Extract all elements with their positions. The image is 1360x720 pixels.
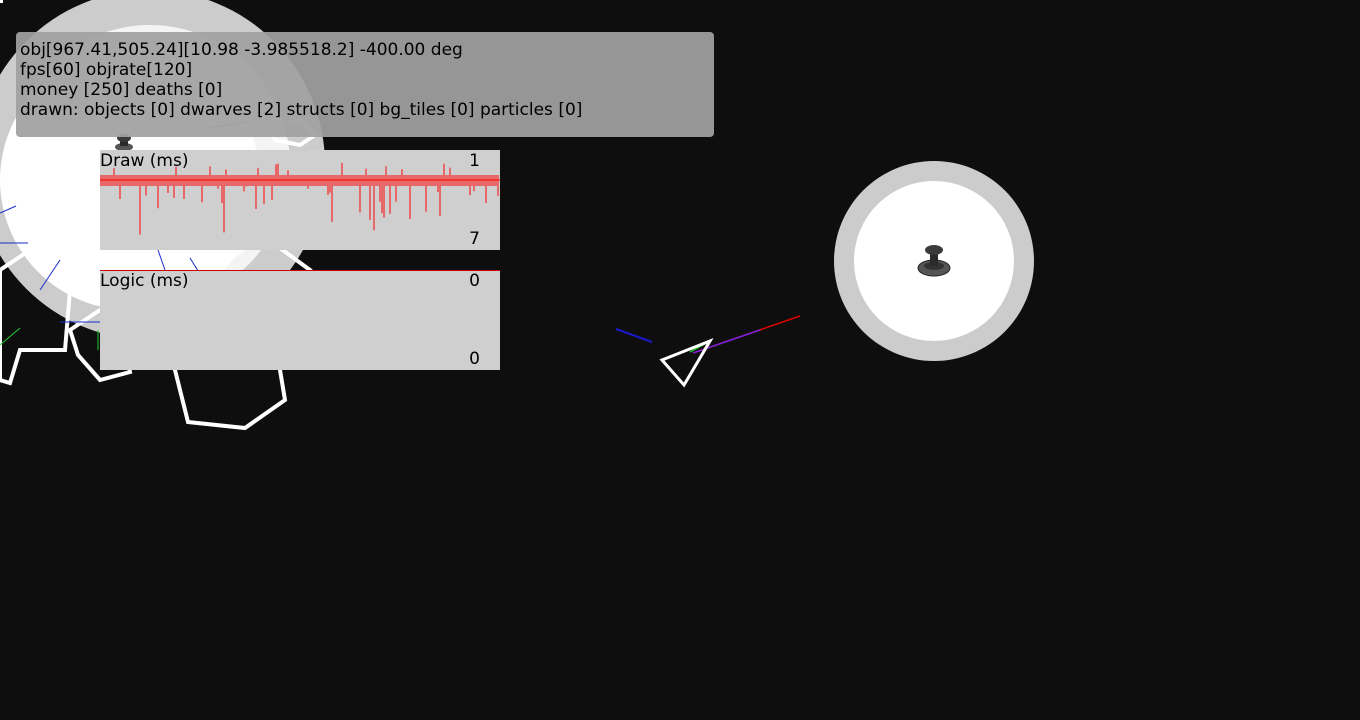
logic-graph-label: Logic (ms) [100,271,189,291]
corner-marker [0,0,3,3]
logic-graph-max: 0 [469,271,480,291]
hud-object-info: obj[967.41,505.24][10.98 -3.985518.2] -4… [20,40,463,60]
draw-time-graph: Draw (ms) 1 7 [100,150,500,250]
logic-graph-min: 0 [469,349,480,369]
player-ship[interactable] [615,315,801,388]
draw-graph-min: 7 [469,229,480,249]
hud-money-deaths: money [250] deaths [0] [20,80,223,100]
hud-fps: fps[60] objrate[120] [20,60,193,80]
hud-drawn-counts: drawn: objects [0] dwarves [2] structs [… [20,100,583,120]
logic-time-graph: Logic (ms) 0 0 [100,270,500,370]
draw-graph-max: 1 [469,151,480,171]
draw-graph-label: Draw (ms) [100,151,189,171]
debug-hud: obj[967.41,505.24][10.98 -3.985518.2] -4… [16,32,714,137]
